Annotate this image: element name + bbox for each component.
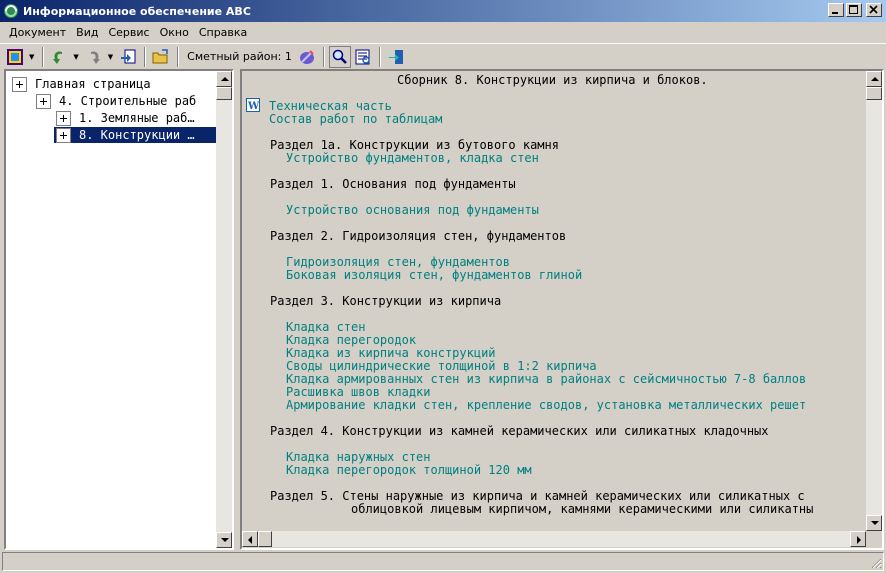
search-button[interactable] xyxy=(328,45,351,68)
exit-button[interactable] xyxy=(385,46,407,68)
close-button[interactable] xyxy=(866,3,882,17)
document-app-button[interactable] xyxy=(4,46,26,68)
minimize-button[interactable] xyxy=(828,3,844,17)
content-vertical-scrollbar[interactable] xyxy=(866,71,882,531)
scroll-up-button[interactable] xyxy=(866,71,882,87)
content-horizontal-scrollbar[interactable] xyxy=(242,531,866,547)
scroll-thumb[interactable] xyxy=(866,87,882,100)
toolbar-separator xyxy=(177,46,180,67)
section-link[interactable]: Боковая изоляция стен, фундаментов глино… xyxy=(286,269,582,282)
arrow-down-icon xyxy=(221,538,229,542)
expand-icon[interactable] xyxy=(56,127,71,143)
arrow-up-icon xyxy=(221,77,229,81)
resize-grip-icon[interactable] xyxy=(870,557,882,569)
window-title: Информационное обеспечение АВС xyxy=(23,4,251,18)
toolbar-separator xyxy=(144,46,147,67)
document-app-icon xyxy=(7,48,23,65)
section-heading: Раздел 4. Конструкции из камней керамиче… xyxy=(270,424,769,438)
section-heading-continuation: облицовкой лицевым кирпичом, камнями кер… xyxy=(351,502,814,516)
section-heading: Раздел 2. Гидроизоляция стен, фундаменто… xyxy=(270,229,567,243)
region-button[interactable] xyxy=(296,46,318,68)
arrow-up-icon xyxy=(871,77,879,81)
minimize-icon xyxy=(832,12,838,14)
scroll-thumb[interactable] xyxy=(258,531,272,547)
scroll-corner xyxy=(866,531,882,547)
open-folder-icon xyxy=(152,48,168,63)
section-heading: Раздел 3. Конструкции из кирпича xyxy=(270,294,502,308)
section-link[interactable]: Устройство фундаментов, кладка стен xyxy=(286,152,539,165)
toolbar-separator xyxy=(322,46,325,67)
dropdown-arrow-icon[interactable]: ▼ xyxy=(29,53,34,61)
menu-help[interactable]: Справка xyxy=(194,26,252,39)
tree-node-label: Главная страница xyxy=(35,77,151,91)
scroll-right-button[interactable] xyxy=(850,531,866,547)
scroll-thumb[interactable] xyxy=(216,87,232,100)
toolbar: ▼ ▼ ▼ Сметный район: 1 xyxy=(0,43,886,69)
expand-icon[interactable] xyxy=(12,76,27,92)
toolbar-separator xyxy=(42,46,45,67)
tree-node-construction-works[interactable]: 4. Строительные раб xyxy=(36,93,198,109)
tree-node-label: 4. Строительные раб xyxy=(59,94,197,108)
menu-service[interactable]: Сервис xyxy=(103,26,154,39)
undo-dropdown-icon[interactable]: ▼ xyxy=(73,53,78,61)
expand-icon[interactable] xyxy=(36,93,51,109)
document-title: Сборник 8. Конструкции из кирпича и блок… xyxy=(397,73,708,87)
catalog-icon xyxy=(355,49,370,64)
export-icon xyxy=(121,49,136,63)
maximize-icon xyxy=(849,5,858,14)
tree-node-home[interactable]: Главная страница xyxy=(12,76,153,92)
scroll-up-button[interactable] xyxy=(216,71,232,87)
navigation-tree[interactable]: Главная страница 4. Строительные раб 1. … xyxy=(4,69,234,550)
tree-node-earthworks[interactable]: 1. Земляные раб… xyxy=(56,110,197,126)
section-heading: Раздел 1. Основания под фундаменты xyxy=(270,177,516,191)
region-label: Сметный район: 1 xyxy=(187,50,292,63)
section-link[interactable]: Кладка перегородок толщиной 120 мм xyxy=(286,464,532,477)
arrow-down-icon xyxy=(871,521,879,525)
menu-window[interactable]: Окно xyxy=(155,26,194,39)
expand-icon[interactable] xyxy=(56,110,71,126)
close-icon xyxy=(869,5,878,14)
search-icon xyxy=(332,49,347,64)
region-pen-icon xyxy=(299,49,314,64)
menu-document[interactable]: Документ xyxy=(4,26,71,39)
link-work-composition[interactable]: Состав работ по таблицам xyxy=(269,113,442,126)
undo-button[interactable] xyxy=(48,46,70,68)
menu-bar: Документ Вид Сервис Окно Справка xyxy=(0,22,886,42)
maximize-button[interactable] xyxy=(846,3,862,17)
title-bar[interactable]: Информационное обеспечение АВС xyxy=(0,0,886,22)
scroll-down-button[interactable] xyxy=(216,532,232,548)
svg-text:W: W xyxy=(247,101,260,112)
tree-node-label: 1. Земляные раб… xyxy=(79,111,195,125)
undo-icon xyxy=(53,50,63,64)
open-button[interactable] xyxy=(150,46,172,68)
document-view[interactable]: Сборник 8. Конструкции из кирпича и блок… xyxy=(240,69,884,550)
exit-icon xyxy=(388,49,403,64)
redo-button[interactable] xyxy=(83,46,105,68)
redo-dropdown-icon[interactable]: ▼ xyxy=(108,53,113,61)
app-logo-icon xyxy=(3,3,19,19)
toolbar-separator xyxy=(378,46,381,67)
section-link[interactable]: Армирование кладки стен, крепление сводо… xyxy=(286,399,806,412)
arrow-left-icon xyxy=(248,536,252,544)
scroll-down-button[interactable] xyxy=(866,515,882,531)
status-bar xyxy=(2,552,884,571)
tree-vertical-scrollbar[interactable] xyxy=(216,71,232,548)
redo-icon xyxy=(90,50,100,64)
tree-node-structures[interactable]: 8. Конструкции … xyxy=(54,127,216,143)
section-link[interactable]: Устройство основания под фундаменты xyxy=(286,204,539,217)
scroll-left-button[interactable] xyxy=(242,531,258,547)
arrow-right-icon xyxy=(857,536,861,544)
export-button[interactable] xyxy=(117,46,139,68)
word-document-icon[interactable]: W xyxy=(246,98,260,112)
menu-view[interactable]: Вид xyxy=(71,26,103,39)
catalog-button[interactable] xyxy=(352,46,374,68)
tree-node-label: 8. Конструкции … xyxy=(77,128,197,142)
